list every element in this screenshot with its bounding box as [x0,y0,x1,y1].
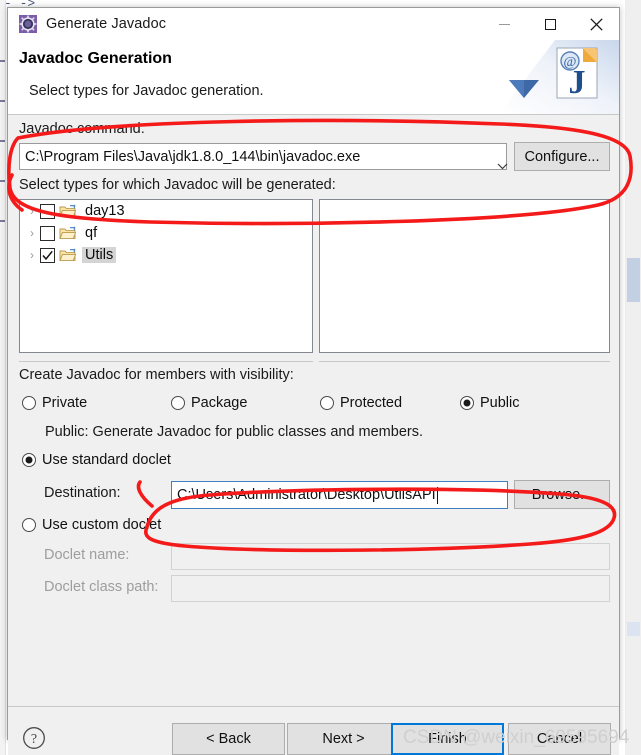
tree-item-label: day13 [85,203,125,219]
background-ruler-tick [0,60,5,62]
javadoc-gear-icon [19,15,37,33]
tree-checkbox[interactable] [40,225,55,241]
svg-text:?: ? [31,732,37,747]
background-ruler-tick [0,140,5,142]
radio-indicator [171,396,185,410]
radio-indicator [22,396,36,410]
dialog-header: Javadoc Generation Select types for Java… [8,40,619,115]
radio-use-custom-doclet[interactable]: Use custom doclet [22,517,161,533]
help-question-icon[interactable]: ? [22,726,46,750]
visibility-description: Public: Generate Javadoc for public clas… [45,424,423,440]
background-scrollbar-thumb[interactable] [627,258,640,302]
maximize-icon [544,18,556,30]
radio-label: Private [42,395,88,411]
svg-text:J: J [569,64,586,101]
background-scrollbar-marker [627,622,640,636]
folder-icon [59,204,77,218]
dialog-body: Javadoc command: C:\Program Files\Java\j… [8,115,619,706]
back-button[interactable]: < Back [172,723,285,755]
chevron-right-icon[interactable]: › [24,227,40,239]
doclet-name-input[interactable] [171,543,610,570]
background-left-ruler [0,0,6,755]
close-button[interactable] [573,8,619,40]
folder-icon [59,248,77,262]
text-caret [436,486,438,504]
browse-button[interactable]: Browse... [514,480,610,509]
background-ruler-tick [0,180,5,182]
tree-item-label: qf [85,225,98,241]
watermark: CSDN @weixin_69595694 [403,727,630,748]
background-ruler-tick [0,220,5,222]
doclet-class-path-input[interactable] [171,575,610,602]
dialog-titlebar[interactable]: Generate Javadoc [8,8,619,40]
background-scrollbar[interactable] [625,0,641,755]
list-item[interactable]: › Utils [20,244,312,266]
close-icon [589,17,603,31]
radio-indicator [22,518,36,532]
doclet-name-label: Doclet name: [44,547,130,563]
visibility-label: Create Javadoc for members with visibili… [19,367,294,383]
page-title: Javadoc Generation [19,50,172,67]
list-item[interactable]: › qf [20,222,312,244]
divider [19,361,313,362]
radio-label: Package [191,395,248,411]
radio-label: Use custom doclet [42,517,162,533]
folder-icon [59,226,77,240]
radio-label: Public [480,395,520,411]
window-controls [481,8,619,40]
radio-private[interactable]: Private [22,395,87,411]
generate-javadoc-dialog: Generate Javadoc Javadoc Generation Sele… [7,7,620,755]
destination-label: Destination: [44,485,121,501]
list-item[interactable]: › day13 [20,200,312,222]
destination-input[interactable]: C:\Users\Administrator\Desktop\UtilsAPI [171,481,508,509]
divider [319,361,610,362]
radio-indicator [320,396,334,410]
radio-use-standard-doclet[interactable]: Use standard doclet [22,452,171,468]
dialog-title: Generate Javadoc [46,16,167,32]
minimize-icon [498,23,510,25]
next-button[interactable]: Next > [287,723,400,755]
radio-label: Use standard doclet [42,452,171,468]
radio-indicator-selected [460,396,474,410]
radio-indicator-selected [22,453,36,467]
javadoc-file-icon: @ J [499,40,619,114]
background-ruler-tick [0,100,5,102]
radio-label: Protected [340,395,403,411]
radio-protected[interactable]: Protected [320,395,402,411]
maximize-button[interactable] [527,8,573,40]
minimize-button[interactable] [481,8,527,40]
javadoc-command-value: C:\Program Files\Java\jdk1.8.0_144\bin\j… [25,148,361,165]
javadoc-command-combo[interactable]: C:\Program Files\Java\jdk1.8.0_144\bin\j… [19,143,508,170]
tree-item-label: Utils [82,247,117,263]
javadoc-command-label: Javadoc command: [19,121,145,137]
radio-public[interactable]: Public [460,395,520,411]
types-tree-right-pane[interactable] [319,199,610,353]
screen: - -> Generate Javadoc Javadoc Generation… [0,0,641,755]
doclet-class-path-label: Doclet class path: [44,579,159,595]
types-tree-left-pane[interactable]: › day13 › qf › Utils [19,199,313,353]
chevron-right-icon[interactable]: › [24,249,40,261]
chevron-right-icon[interactable]: › [24,205,40,217]
tree-checkbox-checked[interactable] [40,247,55,263]
radio-package[interactable]: Package [171,395,247,411]
tree-checkbox[interactable] [40,203,55,219]
select-types-label: Select types for which Javadoc will be g… [19,177,336,193]
configure-button[interactable]: Configure... [514,142,610,171]
page-subtitle: Select types for Javadoc generation. [29,83,264,99]
destination-value: C:\Users\Administrator\Desktop\UtilsAPI [177,487,436,503]
